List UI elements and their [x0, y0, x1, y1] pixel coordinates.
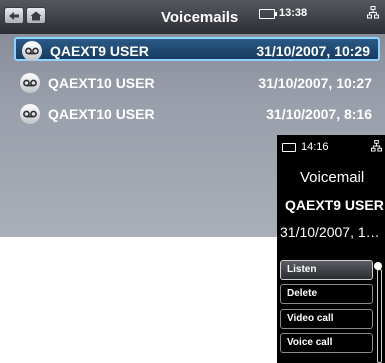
home-button[interactable]	[26, 7, 46, 24]
video-call-button[interactable]: Video call	[280, 309, 373, 329]
page-title: Voicemails	[161, 9, 239, 26]
detail-title: Voicemail	[300, 169, 365, 186]
voicemail-row[interactable]: QAEXT10 USER 31/10/2007, 10:27	[14, 71, 380, 95]
caller-name: QAEXT10 USER	[48, 106, 155, 122]
battery-icon	[259, 9, 277, 19]
voicemail-icon	[20, 104, 40, 124]
caller-name: QAEXT9 USER	[50, 43, 149, 59]
message-date: 31/10/2007, 8:16	[266, 106, 372, 122]
voicemail-row[interactable]: QAEXT9 USER 31/10/2007, 10:29	[14, 37, 380, 61]
status-bar: Voicemails 13:38	[0, 0, 385, 34]
status-clock: 13:38	[279, 7, 308, 19]
caller-name: QAEXT10 USER	[48, 75, 155, 91]
listen-button[interactable]: Listen	[280, 260, 373, 280]
message-date: 31/10/2007, 10:29	[256, 43, 370, 59]
back-arrow-icon	[9, 11, 19, 20]
phone-detail-screen: 14:16 Voicemail QAEXT9 USER 31/10/2007, …	[277, 135, 385, 363]
network-icon	[367, 6, 379, 19]
voicemail-icon	[20, 73, 40, 93]
home-icon	[30, 11, 42, 20]
message-date: 31/10/2007, 1…	[280, 224, 380, 240]
message-date: 31/10/2007, 10:27	[258, 75, 372, 91]
delete-button[interactable]: Delete	[280, 284, 373, 304]
voice-call-button[interactable]: Voice call	[280, 333, 373, 353]
scrollbar[interactable]	[377, 269, 382, 363]
caller-name: QAEXT9 USER	[285, 197, 384, 213]
voicemail-icon	[22, 41, 42, 61]
scrollbar-thumb[interactable]	[374, 262, 382, 270]
voicemail-row[interactable]: QAEXT10 USER 31/10/2007, 8:16	[14, 102, 380, 126]
battery-icon	[282, 143, 296, 152]
status-clock: 14:16	[301, 141, 329, 153]
back-button[interactable]	[4, 7, 24, 24]
network-icon	[371, 140, 382, 152]
